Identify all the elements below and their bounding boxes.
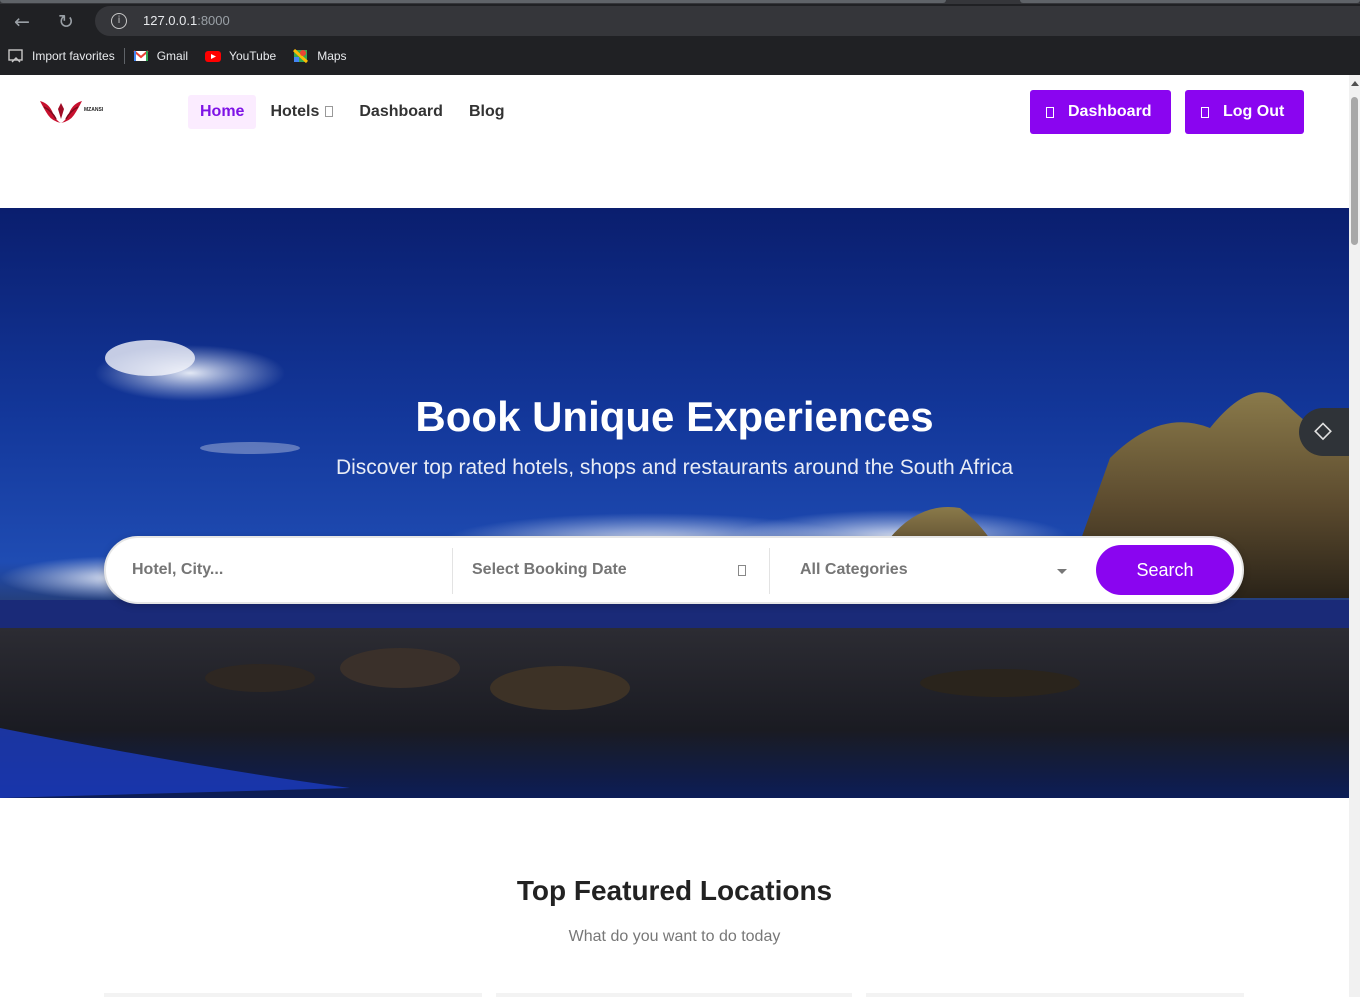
hero-title: Book Unique Experiences: [415, 393, 934, 440]
youtube-icon: [205, 51, 222, 62]
field-divider: [769, 548, 770, 594]
tag-icon: [1314, 422, 1332, 441]
section-title: Top Featured Locations: [516, 875, 833, 906]
maps-icon: [293, 49, 309, 63]
web-page: MZANSI Home Hotels Dashboard Blog Dashbo…: [0, 75, 1349, 997]
address-bar[interactable]: i 127.0.0.1:8000: [95, 6, 1360, 36]
nav-hotels-label: Hotels: [270, 103, 320, 120]
bookmark-youtube[interactable]: YouTube: [205, 49, 276, 63]
bookmark-gmail[interactable]: Gmail: [133, 49, 188, 63]
search-button[interactable]: Search: [1096, 545, 1234, 595]
logout-button-label: Log Out: [1223, 103, 1285, 120]
location-card[interactable]: [866, 993, 1244, 997]
bookmark-import-favorites[interactable]: Import favorites: [8, 49, 115, 63]
booking-date-input[interactable]: Select Booking Date: [472, 538, 767, 602]
url-text[interactable]: 127.0.0.1:8000: [143, 13, 230, 28]
calendar-icon: [738, 565, 746, 576]
hero-subtitle: Discover top rated hotels, shops and res…: [335, 456, 1014, 479]
hero-background-image: [0, 340, 1349, 798]
tab-strip: [0, 0, 1360, 4]
chevron-down-icon: [1057, 569, 1067, 574]
dashboard-button[interactable]: Dashboard: [1030, 90, 1171, 134]
bookmark-label: YouTube: [229, 49, 277, 63]
settings-toggle[interactable]: [1299, 408, 1349, 456]
site-info-icon[interactable]: i: [111, 13, 127, 29]
logo-text: MZANSI: [84, 107, 104, 113]
import-icon: [8, 49, 23, 63]
nav-hotels[interactable]: Hotels: [258, 95, 345, 129]
dashboard-icon: [1046, 106, 1054, 118]
date-placeholder: Select Booking Date: [472, 561, 627, 578]
location-input[interactable]: Hotel, City...: [132, 538, 450, 602]
hero-banner: Book Unique Experiences Discover top rat…: [0, 208, 1349, 798]
scroll-up-icon[interactable]: [1351, 81, 1359, 86]
scrollbar-thumb[interactable]: [1351, 97, 1358, 245]
search-bar: Hotel, City... Select Booking Date All C…: [104, 536, 1244, 604]
bookmarks-bar: Import favorites Gmail YouTube Maps: [0, 44, 356, 68]
bookmark-label: Import favorites: [32, 49, 115, 63]
logout-icon: [1201, 106, 1209, 118]
location-card[interactable]: [104, 993, 482, 997]
main-nav: Home Hotels Dashboard Blog: [188, 95, 518, 129]
dashboard-button-label: Dashboard: [1068, 103, 1152, 120]
site-logo[interactable]: MZANSI: [38, 97, 108, 127]
nav-dashboard[interactable]: Dashboard: [347, 95, 455, 129]
bookmark-label: Gmail: [156, 49, 189, 63]
bookmark-maps[interactable]: Maps: [293, 49, 347, 63]
location-card[interactable]: [496, 993, 852, 997]
wings-logo-icon: [40, 101, 82, 123]
gmail-icon: [133, 50, 149, 61]
location-placeholder: Hotel, City...: [132, 561, 224, 578]
chevron-down-icon: [325, 106, 334, 118]
bookmark-label: Maps: [317, 49, 347, 63]
nav-home[interactable]: Home: [188, 95, 257, 129]
back-icon[interactable]: ←: [9, 9, 35, 35]
section-subtitle: What do you want to do today: [568, 928, 781, 945]
nav-blog[interactable]: Blog: [457, 95, 517, 129]
site-header: MZANSI Home Hotels Dashboard Blog Dashbo…: [0, 75, 1349, 208]
logout-button[interactable]: Log Out: [1185, 90, 1304, 134]
category-selected-value: All Categories: [800, 561, 908, 578]
category-select[interactable]: All Categories: [800, 538, 1075, 602]
bookmark-divider: [123, 48, 125, 64]
browser-chrome: ← ↻ i 127.0.0.1:8000 Import favorites Gm…: [0, 0, 1360, 75]
reload-icon[interactable]: ↻: [53, 9, 79, 35]
page-scrollbar[interactable]: [1349, 75, 1360, 997]
field-divider: [452, 548, 453, 594]
